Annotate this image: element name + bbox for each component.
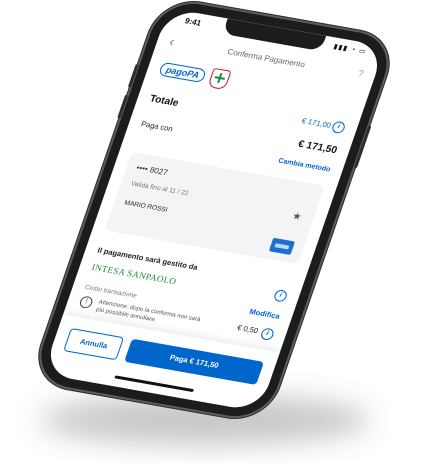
card-holder: MARIO ROSSI xyxy=(123,199,169,214)
pagopa-logo: pagoPA xyxy=(158,61,208,84)
fee-amount: € 0,50 xyxy=(235,323,260,336)
info-icon[interactable]: i xyxy=(272,289,289,303)
signal-wifi-battery-icon: ▮▮▮ ◔ ▭ xyxy=(332,43,368,56)
paga-con-label: Paga con xyxy=(139,119,175,134)
side-button xyxy=(353,125,372,169)
totale-amount: € 171,00 xyxy=(300,116,333,130)
info-icon[interactable]: i xyxy=(259,327,276,341)
card-brand-icon xyxy=(268,237,296,255)
status-time: 9:41 xyxy=(183,16,203,28)
volume-button xyxy=(117,94,129,119)
home-indicator xyxy=(114,375,195,393)
info-icon[interactable]: i xyxy=(330,120,347,135)
header-logos: pagoPA xyxy=(157,58,233,91)
warning-icon: ! xyxy=(78,295,95,309)
totale-label: Totale xyxy=(148,93,181,109)
paga-button[interactable]: Paga € 171,50 xyxy=(124,338,265,385)
phone-device: 9:41 ▮▮▮ ◔ ▭ ‹ Conferma Pagamento ? pago… xyxy=(30,0,398,423)
card-expiry: Valida fino al 11 / 22 xyxy=(129,180,190,198)
paga-con-amount: € 171,50 xyxy=(296,138,339,157)
modifica-link[interactable]: Modifica xyxy=(248,307,281,321)
municipality-crest-icon xyxy=(207,67,232,91)
card-number: •••• 8027 xyxy=(135,163,169,178)
volume-button xyxy=(127,64,139,88)
annulla-button[interactable]: Annulla xyxy=(63,327,125,361)
phone-screen: 9:41 ▮▮▮ ◔ ▭ ‹ Conferma Pagamento ? pago… xyxy=(42,8,386,412)
star-icon[interactable]: ★ xyxy=(291,211,303,223)
